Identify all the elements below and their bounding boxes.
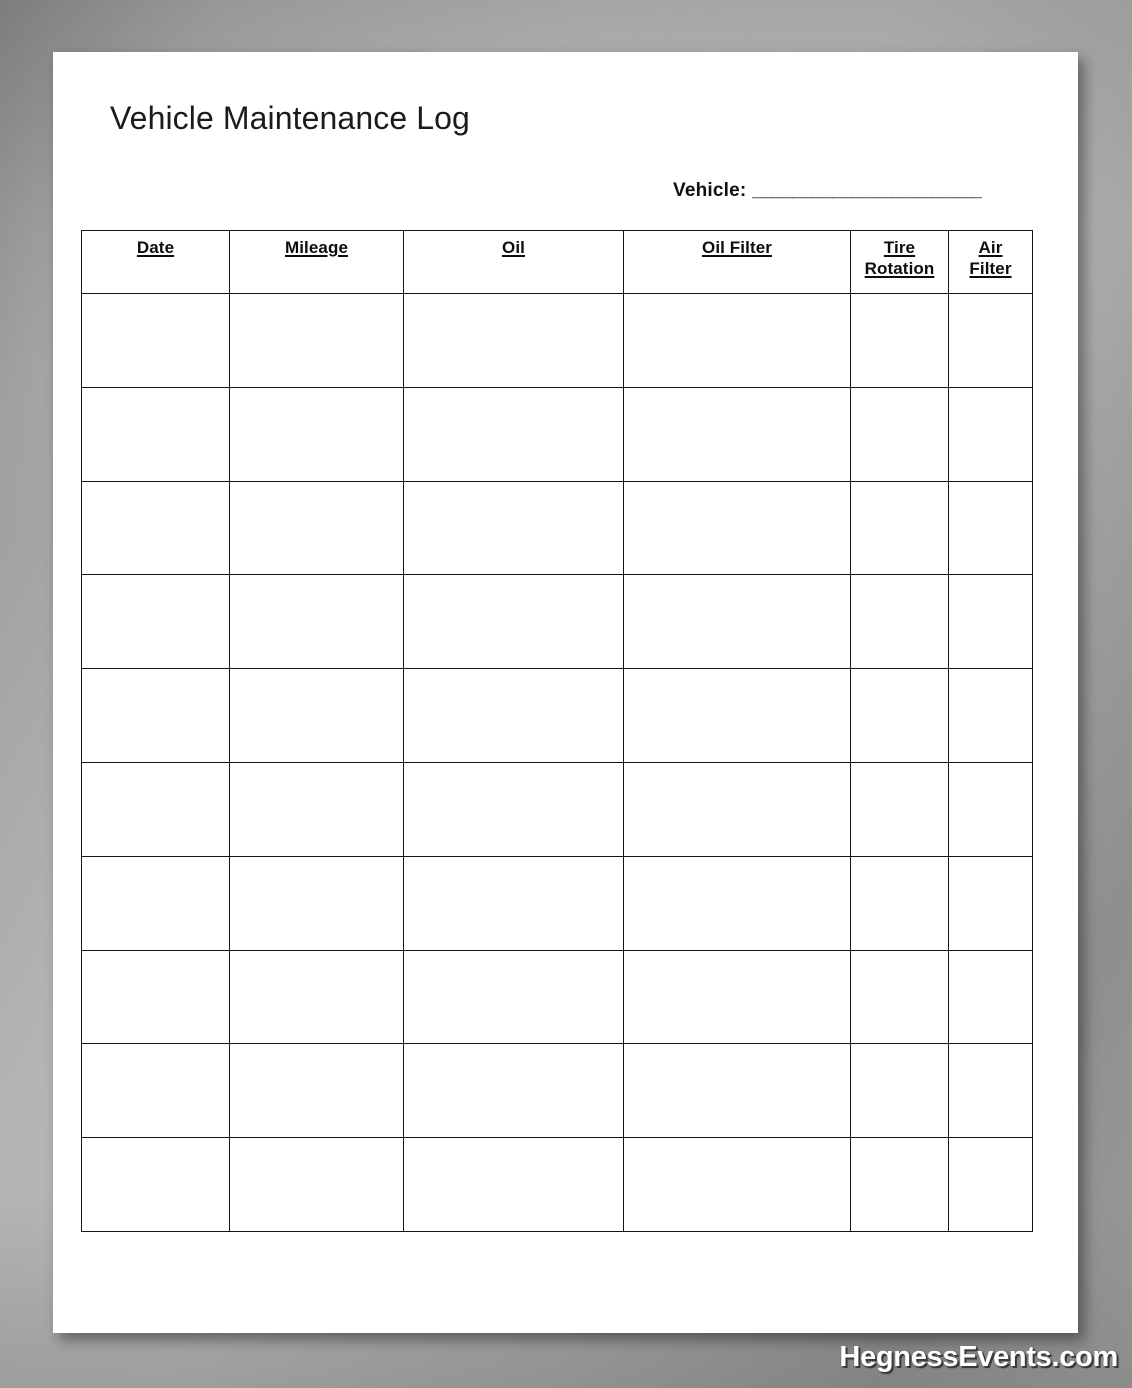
column-header-date: Date — [81, 230, 230, 294]
cell-oil[interactable] — [403, 761, 624, 857]
cell-mileage[interactable] — [229, 1137, 404, 1232]
maintenance-log-table: Date Mileage Oil Oil Filter Tire Rotatio… — [81, 230, 1033, 1232]
column-header-date-text: Date — [136, 238, 175, 257]
table-row — [81, 293, 1033, 388]
cell-date[interactable] — [81, 855, 230, 951]
cell-air_filter[interactable] — [948, 293, 1033, 388]
cell-date[interactable] — [81, 480, 230, 576]
site-watermark: HegnessEvents.com — [839, 1341, 1118, 1373]
vehicle-field: Vehicle: _______________________ — [673, 180, 982, 202]
document-page: Vehicle Maintenance Log Vehicle: _______… — [53, 52, 1078, 1333]
cell-mileage[interactable] — [229, 761, 404, 857]
table-row — [81, 1043, 1033, 1139]
table-row — [81, 1137, 1033, 1232]
cell-tire_rotation[interactable] — [850, 1137, 949, 1232]
cell-oil_filter[interactable] — [623, 1043, 851, 1139]
column-header-oil-filter: Oil Filter — [623, 230, 851, 294]
table-row — [81, 574, 1033, 670]
table-row — [81, 949, 1033, 1045]
cell-oil[interactable] — [403, 1043, 624, 1139]
cell-mileage[interactable] — [229, 668, 404, 763]
table-row — [81, 855, 1033, 951]
cell-tire_rotation[interactable] — [850, 386, 949, 482]
cell-oil[interactable] — [403, 386, 624, 482]
column-header-air-filter: Air Filter — [948, 230, 1033, 294]
column-header-mileage-text: Mileage — [284, 238, 349, 257]
cell-air_filter[interactable] — [948, 761, 1033, 857]
cell-mileage[interactable] — [229, 574, 404, 670]
cell-air_filter[interactable] — [948, 574, 1033, 670]
cell-tire_rotation[interactable] — [850, 855, 949, 951]
cell-mileage[interactable] — [229, 480, 404, 576]
cell-air_filter[interactable] — [948, 1137, 1033, 1232]
cell-air_filter[interactable] — [948, 949, 1033, 1045]
table-row — [81, 668, 1033, 763]
cell-mileage[interactable] — [229, 386, 404, 482]
vehicle-field-label: Vehicle: — [673, 180, 747, 201]
column-header-tire-rotation: Tire Rotation — [850, 230, 949, 294]
cell-date[interactable] — [81, 1043, 230, 1139]
cell-oil[interactable] — [403, 293, 624, 388]
table-row — [81, 480, 1033, 576]
cell-oil[interactable] — [403, 574, 624, 670]
table-row — [81, 761, 1033, 857]
column-header-tire-rotation-text: Tire Rotation — [864, 238, 935, 278]
cell-mileage[interactable] — [229, 855, 404, 951]
column-header-oil: Oil — [403, 230, 624, 294]
cell-date[interactable] — [81, 386, 230, 482]
cell-air_filter[interactable] — [948, 1043, 1033, 1139]
cell-air_filter[interactable] — [948, 480, 1033, 576]
cell-tire_rotation[interactable] — [850, 480, 949, 576]
cell-air_filter[interactable] — [948, 855, 1033, 951]
cell-tire_rotation[interactable] — [850, 761, 949, 857]
cell-date[interactable] — [81, 1137, 230, 1232]
table-body — [81, 293, 1033, 1232]
cell-oil_filter[interactable] — [623, 668, 851, 763]
cell-oil_filter[interactable] — [623, 293, 851, 388]
column-header-oil-filter-text: Oil Filter — [702, 238, 772, 257]
cell-oil[interactable] — [403, 855, 624, 951]
cell-tire_rotation[interactable] — [850, 949, 949, 1045]
cell-oil_filter[interactable] — [623, 949, 851, 1045]
cell-oil_filter[interactable] — [623, 480, 851, 576]
cell-date[interactable] — [81, 949, 230, 1045]
table-row — [81, 386, 1033, 482]
cell-oil_filter[interactable] — [623, 855, 851, 951]
cell-oil_filter[interactable] — [623, 386, 851, 482]
cell-tire_rotation[interactable] — [850, 293, 949, 388]
cell-mileage[interactable] — [229, 949, 404, 1045]
table-header: Date Mileage Oil Oil Filter Tire Rotatio… — [81, 230, 1033, 294]
cell-date[interactable] — [81, 761, 230, 857]
cell-date[interactable] — [81, 668, 230, 763]
cell-tire_rotation[interactable] — [850, 1043, 949, 1139]
table-header-row: Date Mileage Oil Oil Filter Tire Rotatio… — [81, 230, 1033, 294]
column-header-mileage: Mileage — [229, 230, 404, 294]
cell-oil_filter[interactable] — [623, 1137, 851, 1232]
cell-oil_filter[interactable] — [623, 574, 851, 670]
cell-date[interactable] — [81, 574, 230, 670]
column-header-oil-text: Oil — [502, 238, 525, 257]
column-header-air-filter-text: Air Filter — [969, 238, 1012, 278]
cell-oil[interactable] — [403, 480, 624, 576]
cell-oil_filter[interactable] — [623, 761, 851, 857]
vehicle-field-blank-line[interactable]: _______________________ — [752, 180, 981, 202]
cell-date[interactable] — [81, 293, 230, 388]
cell-tire_rotation[interactable] — [850, 668, 949, 763]
cell-tire_rotation[interactable] — [850, 574, 949, 670]
cell-oil[interactable] — [403, 1137, 624, 1232]
cell-mileage[interactable] — [229, 293, 404, 388]
cell-air_filter[interactable] — [948, 386, 1033, 482]
page-title: Vehicle Maintenance Log — [110, 100, 470, 136]
cell-oil[interactable] — [403, 668, 624, 763]
cell-mileage[interactable] — [229, 1043, 404, 1139]
cell-air_filter[interactable] — [948, 668, 1033, 763]
cell-oil[interactable] — [403, 949, 624, 1045]
